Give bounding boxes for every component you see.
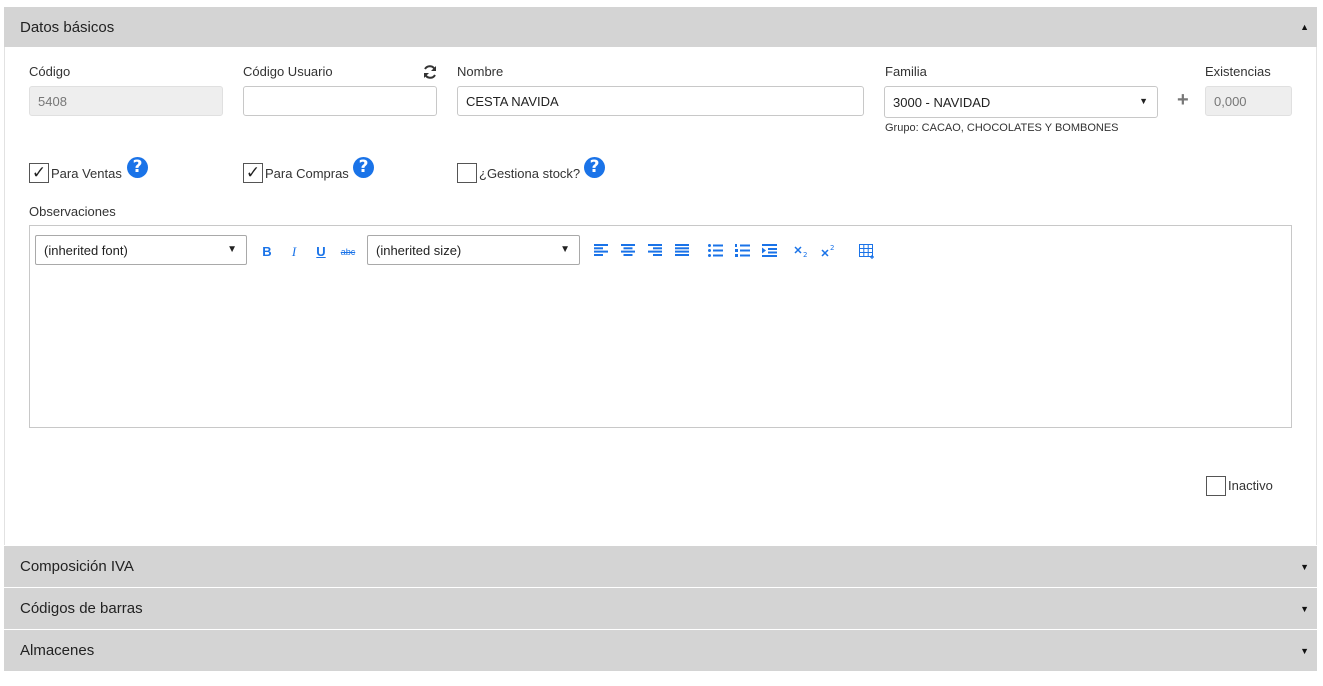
indent-icon[interactable]: [760, 244, 778, 260]
expand-caret-icon[interactable]: ▼: [1300, 562, 1309, 572]
numbered-list-icon[interactable]: [733, 244, 751, 260]
font-size-value: (inherited size): [376, 242, 462, 258]
familia-label: Familia: [885, 64, 927, 79]
font-size-select[interactable]: (inherited size) ▼: [367, 235, 580, 265]
inactivo-label: Inactivo: [1228, 478, 1273, 493]
nombre-label: Nombre: [457, 64, 504, 79]
align-right-icon[interactable]: [646, 244, 664, 260]
align-justify-icon[interactable]: [673, 244, 691, 260]
codigo-usuario-input[interactable]: [243, 86, 437, 116]
gestiona-stock-checkbox[interactable]: [457, 163, 477, 183]
superscript-icon[interactable]: 2: [820, 244, 838, 260]
para-ventas-checkbox[interactable]: ✓: [29, 163, 49, 183]
chevron-down-icon: ▼: [227, 244, 237, 255]
refresh-icon[interactable]: [422, 64, 438, 80]
para-ventas-label: Para Ventas: [51, 166, 122, 181]
italic-button[interactable]: I: [285, 244, 303, 260]
font-family-value: (inherited font): [44, 242, 128, 258]
para-compras-checkbox[interactable]: ✓: [243, 163, 263, 183]
subscript-icon[interactable]: 2: [793, 244, 811, 260]
codigo-usuario-label: Código Usuario: [243, 64, 333, 79]
section-title-composicion-iva: Composición IVA: [20, 558, 134, 575]
check-icon: ✓: [31, 163, 47, 182]
help-icon[interactable]: ?: [353, 157, 374, 178]
gestiona-stock-label: ¿Gestiona stock?: [479, 166, 581, 181]
section-header-datos-basicos[interactable]: Datos básicos ▲: [4, 7, 1317, 47]
section-header-composicion-iva[interactable]: Composición IVA ▼: [4, 546, 1317, 587]
chevron-down-icon: ▼: [1139, 96, 1148, 106]
section-title-datos-basicos: Datos básicos: [20, 18, 115, 36]
align-left-icon[interactable]: [592, 244, 610, 260]
grupo-text: Grupo: CACAO, CHOCOLATES Y BOMBONES: [885, 122, 1119, 134]
nombre-input[interactable]: CESTA NAVIDA: [457, 86, 864, 116]
familia-value: 3000 - NAVIDAD: [893, 94, 991, 110]
expand-caret-icon[interactable]: ▼: [1300, 604, 1309, 614]
codigo-value: 5408: [38, 93, 67, 109]
observaciones-label: Observaciones: [29, 204, 116, 219]
insert-table-icon[interactable]: [858, 244, 876, 260]
strikethrough-button[interactable]: abc: [339, 244, 357, 260]
section-header-almacenes[interactable]: Almacenes ▼: [4, 630, 1317, 671]
section-title-codigos-barras: Códigos de barras: [20, 600, 143, 617]
inactivo-checkbox[interactable]: [1206, 476, 1226, 496]
existencias-label: Existencias: [1205, 64, 1271, 79]
svg-text:2: 2: [803, 251, 807, 258]
align-center-icon[interactable]: [619, 244, 637, 260]
underline-button[interactable]: U: [312, 244, 330, 260]
codigo-field: 5408: [29, 86, 223, 116]
font-family-select[interactable]: (inherited font) ▼: [35, 235, 247, 265]
familia-select[interactable]: 3000 - NAVIDAD ▼: [884, 86, 1158, 118]
section-title-almacenes: Almacenes: [20, 642, 95, 659]
para-compras-label: Para Compras: [265, 166, 349, 181]
add-icon[interactable]: +: [1177, 90, 1189, 110]
codigo-label: Código: [29, 64, 71, 79]
section-header-codigos-barras[interactable]: Códigos de barras ▼: [4, 588, 1317, 629]
existencias-field: 0,000: [1205, 86, 1292, 116]
bold-button[interactable]: B: [258, 244, 276, 260]
existencias-value: 0,000: [1214, 93, 1247, 109]
chevron-down-icon: ▼: [560, 244, 570, 255]
collapse-caret-icon[interactable]: ▲: [1300, 22, 1309, 32]
bullet-list-icon[interactable]: [706, 244, 724, 260]
nombre-value: CESTA NAVIDA: [466, 93, 559, 109]
observaciones-content[interactable]: [40, 276, 1281, 417]
help-icon[interactable]: ?: [584, 157, 605, 178]
expand-caret-icon[interactable]: ▼: [1300, 646, 1309, 656]
check-icon: ✓: [245, 163, 261, 182]
svg-text:2: 2: [830, 244, 834, 252]
help-icon[interactable]: ?: [127, 157, 148, 178]
